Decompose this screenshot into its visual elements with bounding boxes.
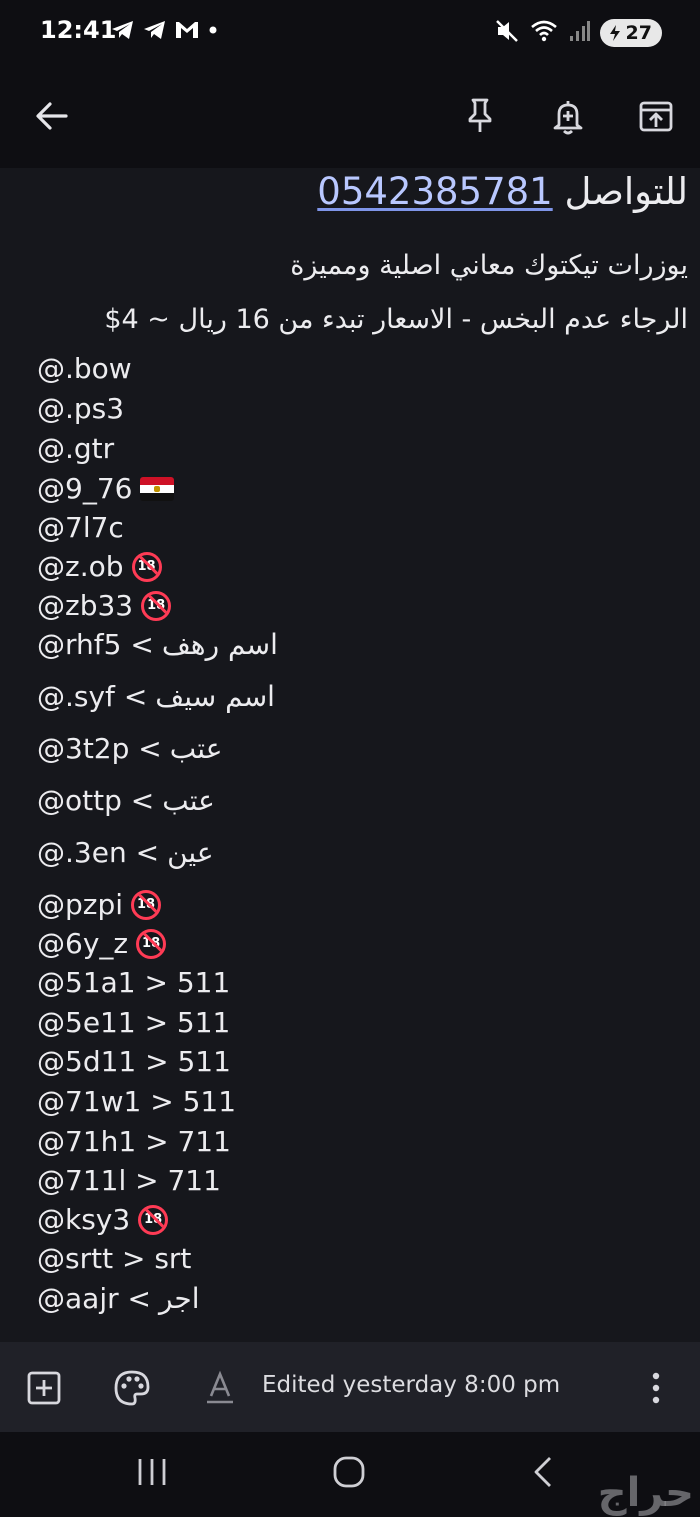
- username-meaning: اجر: [158, 1282, 200, 1315]
- username-handle: @.gtr: [37, 432, 115, 465]
- username-handle: @71w1 > 511: [37, 1085, 237, 1118]
- username-handle: @5d11 > 511: [37, 1045, 231, 1078]
- battery-level: 27: [625, 22, 652, 44]
- username-handle: @.3en <: [37, 836, 160, 869]
- gmail-icon: [174, 19, 200, 41]
- list-item: @zb33 18: [37, 589, 172, 622]
- telegram-icon: [142, 18, 168, 42]
- username-meaning: اسم رهف: [161, 628, 278, 661]
- pricing-text: الرجاء عدم البخس - الاسعار تبدء من 16 ري…: [104, 304, 688, 335]
- system-status-icons: 27: [494, 18, 662, 48]
- username-handle: @.bow: [37, 352, 132, 385]
- username-handle: @51a1 > 511: [37, 966, 231, 999]
- egypt-flag-icon: [140, 476, 175, 501]
- list-item: @5d11 > 511: [37, 1045, 231, 1078]
- list-item: @.ps3: [37, 392, 124, 425]
- note-toolbar: [0, 66, 700, 168]
- add-reminder-icon[interactable]: [542, 90, 594, 142]
- no-under-18-icon: 18: [136, 928, 167, 959]
- pin-icon[interactable]: [454, 90, 506, 142]
- list-item: @51a1 > 511: [37, 966, 230, 999]
- username-handle: @6y_z: [37, 927, 129, 960]
- list-item: @z.ob 18: [37, 550, 162, 583]
- list-item: @7l7c: [37, 511, 124, 544]
- dot-icon: [206, 23, 220, 37]
- list-item: @.3en < عين: [37, 836, 214, 869]
- username-handle: @rhf5 <: [37, 628, 154, 661]
- system-nav-bar: [0, 1432, 700, 1517]
- list-item: @.bow: [37, 352, 132, 385]
- username-handle: @ottp <: [37, 784, 155, 817]
- back-arrow-icon[interactable]: [26, 90, 78, 142]
- username-handle: @srtt > srt: [37, 1242, 192, 1275]
- username-meaning: عتب: [169, 732, 223, 765]
- list-item: @srtt > srt: [37, 1242, 191, 1275]
- username-handle: @7l7c: [37, 511, 124, 544]
- battery-icon: 27: [599, 19, 662, 47]
- list-item: @711l > 711: [37, 1164, 221, 1197]
- home-icon[interactable]: [330, 1454, 368, 1494]
- subtitle: يوزرات تيكتوك معاني اصلية ومميزة: [290, 250, 688, 281]
- list-item: @aajr < اجر: [37, 1282, 200, 1315]
- username-handle: @71h1 > 711: [37, 1125, 231, 1158]
- note-body[interactable]: للتواصل 0542385781 يوزرات تيكتوك معاني ا…: [0, 168, 700, 1342]
- username-handle: @9_76: [37, 472, 133, 505]
- no-under-18-icon: 18: [131, 551, 162, 582]
- username-meaning: اسم سيف: [155, 680, 275, 713]
- list-item: @ksy3 18: [37, 1203, 169, 1236]
- list-item: @71h1 > 711: [37, 1125, 231, 1158]
- back-icon[interactable]: [528, 1454, 558, 1494]
- phone-link[interactable]: 0542385781: [317, 170, 552, 213]
- mute-icon: [494, 18, 520, 48]
- username-handle: @aajr <: [37, 1282, 151, 1315]
- status-bar: 12:41 27: [0, 0, 700, 66]
- no-under-18-icon: 18: [138, 1204, 169, 1235]
- list-item: @5e11 > 511: [37, 1006, 230, 1039]
- list-item: @ottp < عتب: [37, 784, 215, 817]
- signal-icon: [568, 19, 590, 47]
- list-item: @6y_z 18: [37, 927, 167, 960]
- username-handle: @3t2p <: [37, 732, 162, 765]
- no-under-18-icon: 18: [131, 889, 162, 920]
- no-under-18-icon: 18: [141, 590, 172, 621]
- username-meaning: عتب: [162, 784, 215, 817]
- wifi-icon: [530, 18, 558, 48]
- username-meaning: عين: [167, 836, 214, 869]
- haraj-watermark: حراج: [597, 1470, 694, 1516]
- list-item: @3t2p < عتب: [37, 732, 222, 765]
- username-handle: @.syf <: [37, 680, 148, 713]
- status-time: 12:41: [40, 16, 117, 44]
- archive-icon[interactable]: [630, 90, 682, 142]
- username-handle: @zb33: [37, 589, 134, 622]
- note-bottom-bar: Edited yesterday 8:00 pm: [0, 1342, 700, 1432]
- palette-icon[interactable]: [110, 1366, 154, 1410]
- contact-label: للتواصل: [564, 170, 688, 213]
- list-item: @pzpi 18: [37, 888, 162, 921]
- recents-icon[interactable]: [134, 1456, 170, 1492]
- username-handle: @ksy3: [37, 1203, 131, 1236]
- list-item: @.gtr: [37, 432, 114, 465]
- list-item: @71w1 > 511: [37, 1085, 236, 1118]
- text-format-icon[interactable]: [198, 1366, 242, 1410]
- username-handle: @z.ob: [37, 550, 124, 583]
- list-item: @9_76: [37, 472, 175, 505]
- edited-timestamp: Edited yesterday 8:00 pm: [262, 1372, 561, 1398]
- username-handle: @pzpi: [37, 888, 124, 921]
- username-handle: @5e11 > 511: [37, 1006, 231, 1039]
- more-vert-icon[interactable]: [634, 1366, 678, 1410]
- list-item: @rhf5 < اسم رهف: [37, 628, 278, 661]
- username-handle: @711l > 711: [37, 1164, 221, 1197]
- contact-line: للتواصل 0542385781: [317, 170, 688, 213]
- telegram-icon: [110, 18, 136, 42]
- notification-icons: [110, 18, 220, 42]
- list-item: @.syf < اسم سيف: [37, 680, 275, 713]
- add-box-icon[interactable]: [22, 1366, 66, 1410]
- username-handle: @.ps3: [37, 392, 125, 425]
